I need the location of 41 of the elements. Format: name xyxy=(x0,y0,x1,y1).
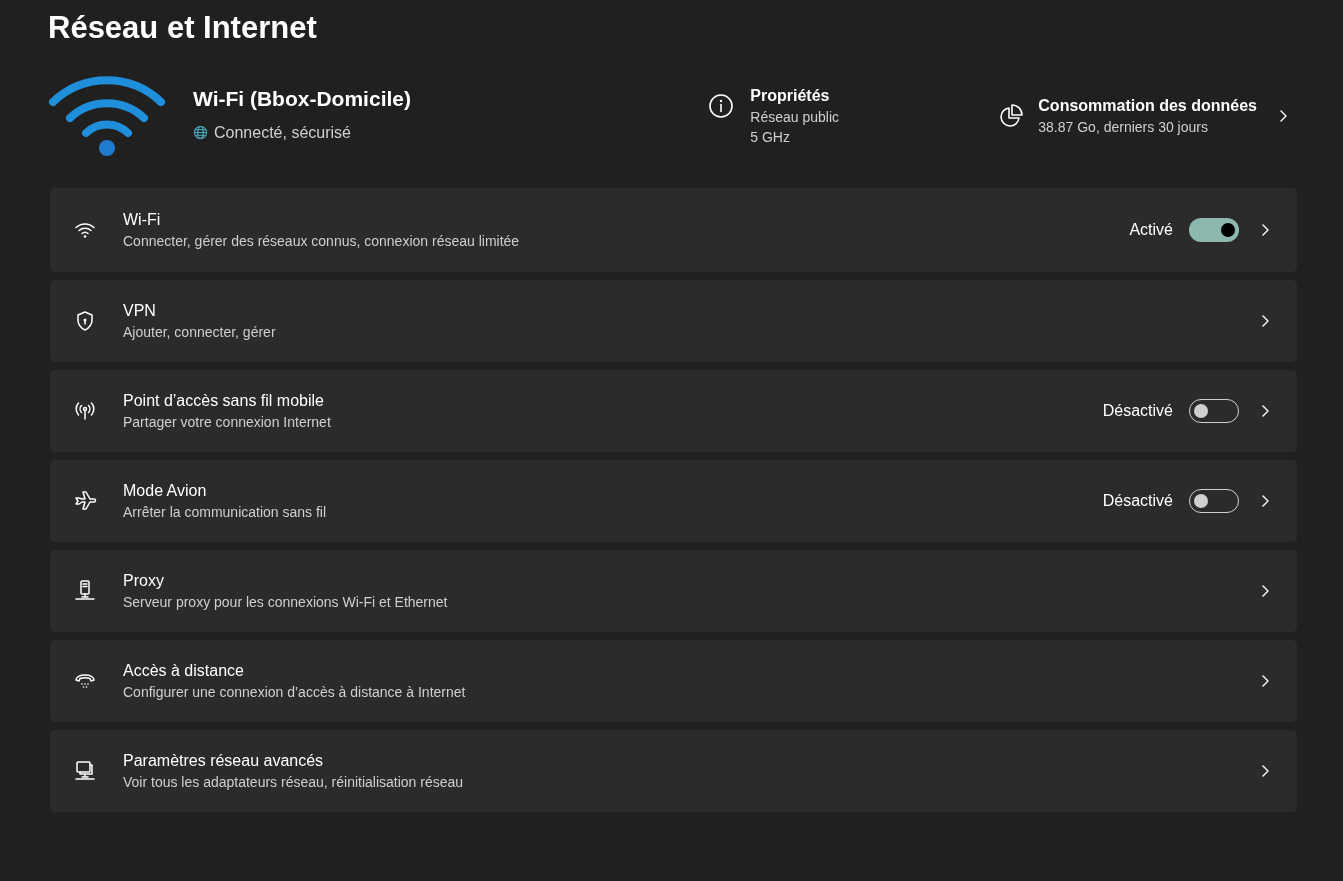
row-title: Paramètres réseau avancés xyxy=(123,751,325,771)
toggle-state-label: Désactivé xyxy=(1102,401,1173,421)
property-value: Réseau public xyxy=(750,108,840,127)
data-usage-detail: 38.87 Go, derniers 30 jours xyxy=(1038,118,1209,137)
row-title: Accès à distance xyxy=(123,661,245,681)
globe-icon xyxy=(193,125,208,141)
settings-row[interactable]: Point d’accès sans fil mobile Partager votre connexion Internet Désactivé xyxy=(50,370,1297,452)
data-usage-title: Consommation des données xyxy=(1038,96,1257,116)
row-description: Voir tous les adaptateurs réseau, réinitialisation réseau xyxy=(123,773,464,792)
row-description: Ajouter, connecter, gérer xyxy=(123,323,276,342)
row-description: Arrêter la communication sans fil xyxy=(123,503,327,522)
server-icon xyxy=(73,579,97,603)
row-title: Wi-Fi xyxy=(123,210,162,230)
toggle-state-label: Activé xyxy=(1129,220,1173,240)
row-description: Connecter, gérer des réseaux connus, connexion réseau limitée xyxy=(123,232,520,251)
data-usage-link[interactable]: Consommation des données 38.87 Go, derniers 30 jours xyxy=(998,91,1291,137)
antenna-icon xyxy=(73,399,97,423)
row-description: Serveur proxy pour les connexions Wi-Fi et Ethernet xyxy=(123,593,448,612)
settings-row[interactable]: Proxy Serveur proxy pour les connexions Wi-Fi et Ethernet xyxy=(50,550,1297,632)
airplane-icon xyxy=(73,489,97,513)
connection-status: Connecté, sécurisé xyxy=(214,122,351,143)
computer-icon xyxy=(73,759,97,783)
row-title: Proxy xyxy=(123,571,165,591)
row-description: Partager votre connexion Internet xyxy=(123,413,331,432)
settings-row[interactable]: VPN Ajouter, connecter, gérer xyxy=(50,280,1297,362)
properties-title: Propriétés xyxy=(750,86,831,106)
property-value: 5 GHz xyxy=(750,128,791,147)
toggle-switch[interactable] xyxy=(1189,218,1239,242)
row-description: Configurer une connexion d’accès à distance à Internet xyxy=(123,683,466,702)
row-title: Mode Avion xyxy=(123,481,208,501)
page-title: Réseau et Internet xyxy=(48,9,318,47)
toggle-state-label: Désactivé xyxy=(1102,491,1173,511)
settings-row[interactable]: Wi-Fi Connecter, gérer des réseaux connus, connexion réseau limitée Activé xyxy=(50,188,1297,272)
network-name: Wi-Fi (Bbox-Domicile) xyxy=(193,86,411,113)
pie-chart-icon xyxy=(998,103,1025,129)
info-icon xyxy=(708,93,735,119)
row-title: VPN xyxy=(123,301,157,321)
settings-row[interactable]: Accès à distance Configurer une connexion d’accès à distance à Internet xyxy=(50,640,1297,722)
settings-row[interactable]: Mode Avion Arrêter la communication sans fil Désactivé xyxy=(50,460,1297,542)
row-title: Point d’accès sans fil mobile xyxy=(123,391,325,411)
settings-row[interactable]: Paramètres réseau avancés Voir tous les adaptateurs réseau, réinitialisation réseau xyxy=(50,730,1297,812)
